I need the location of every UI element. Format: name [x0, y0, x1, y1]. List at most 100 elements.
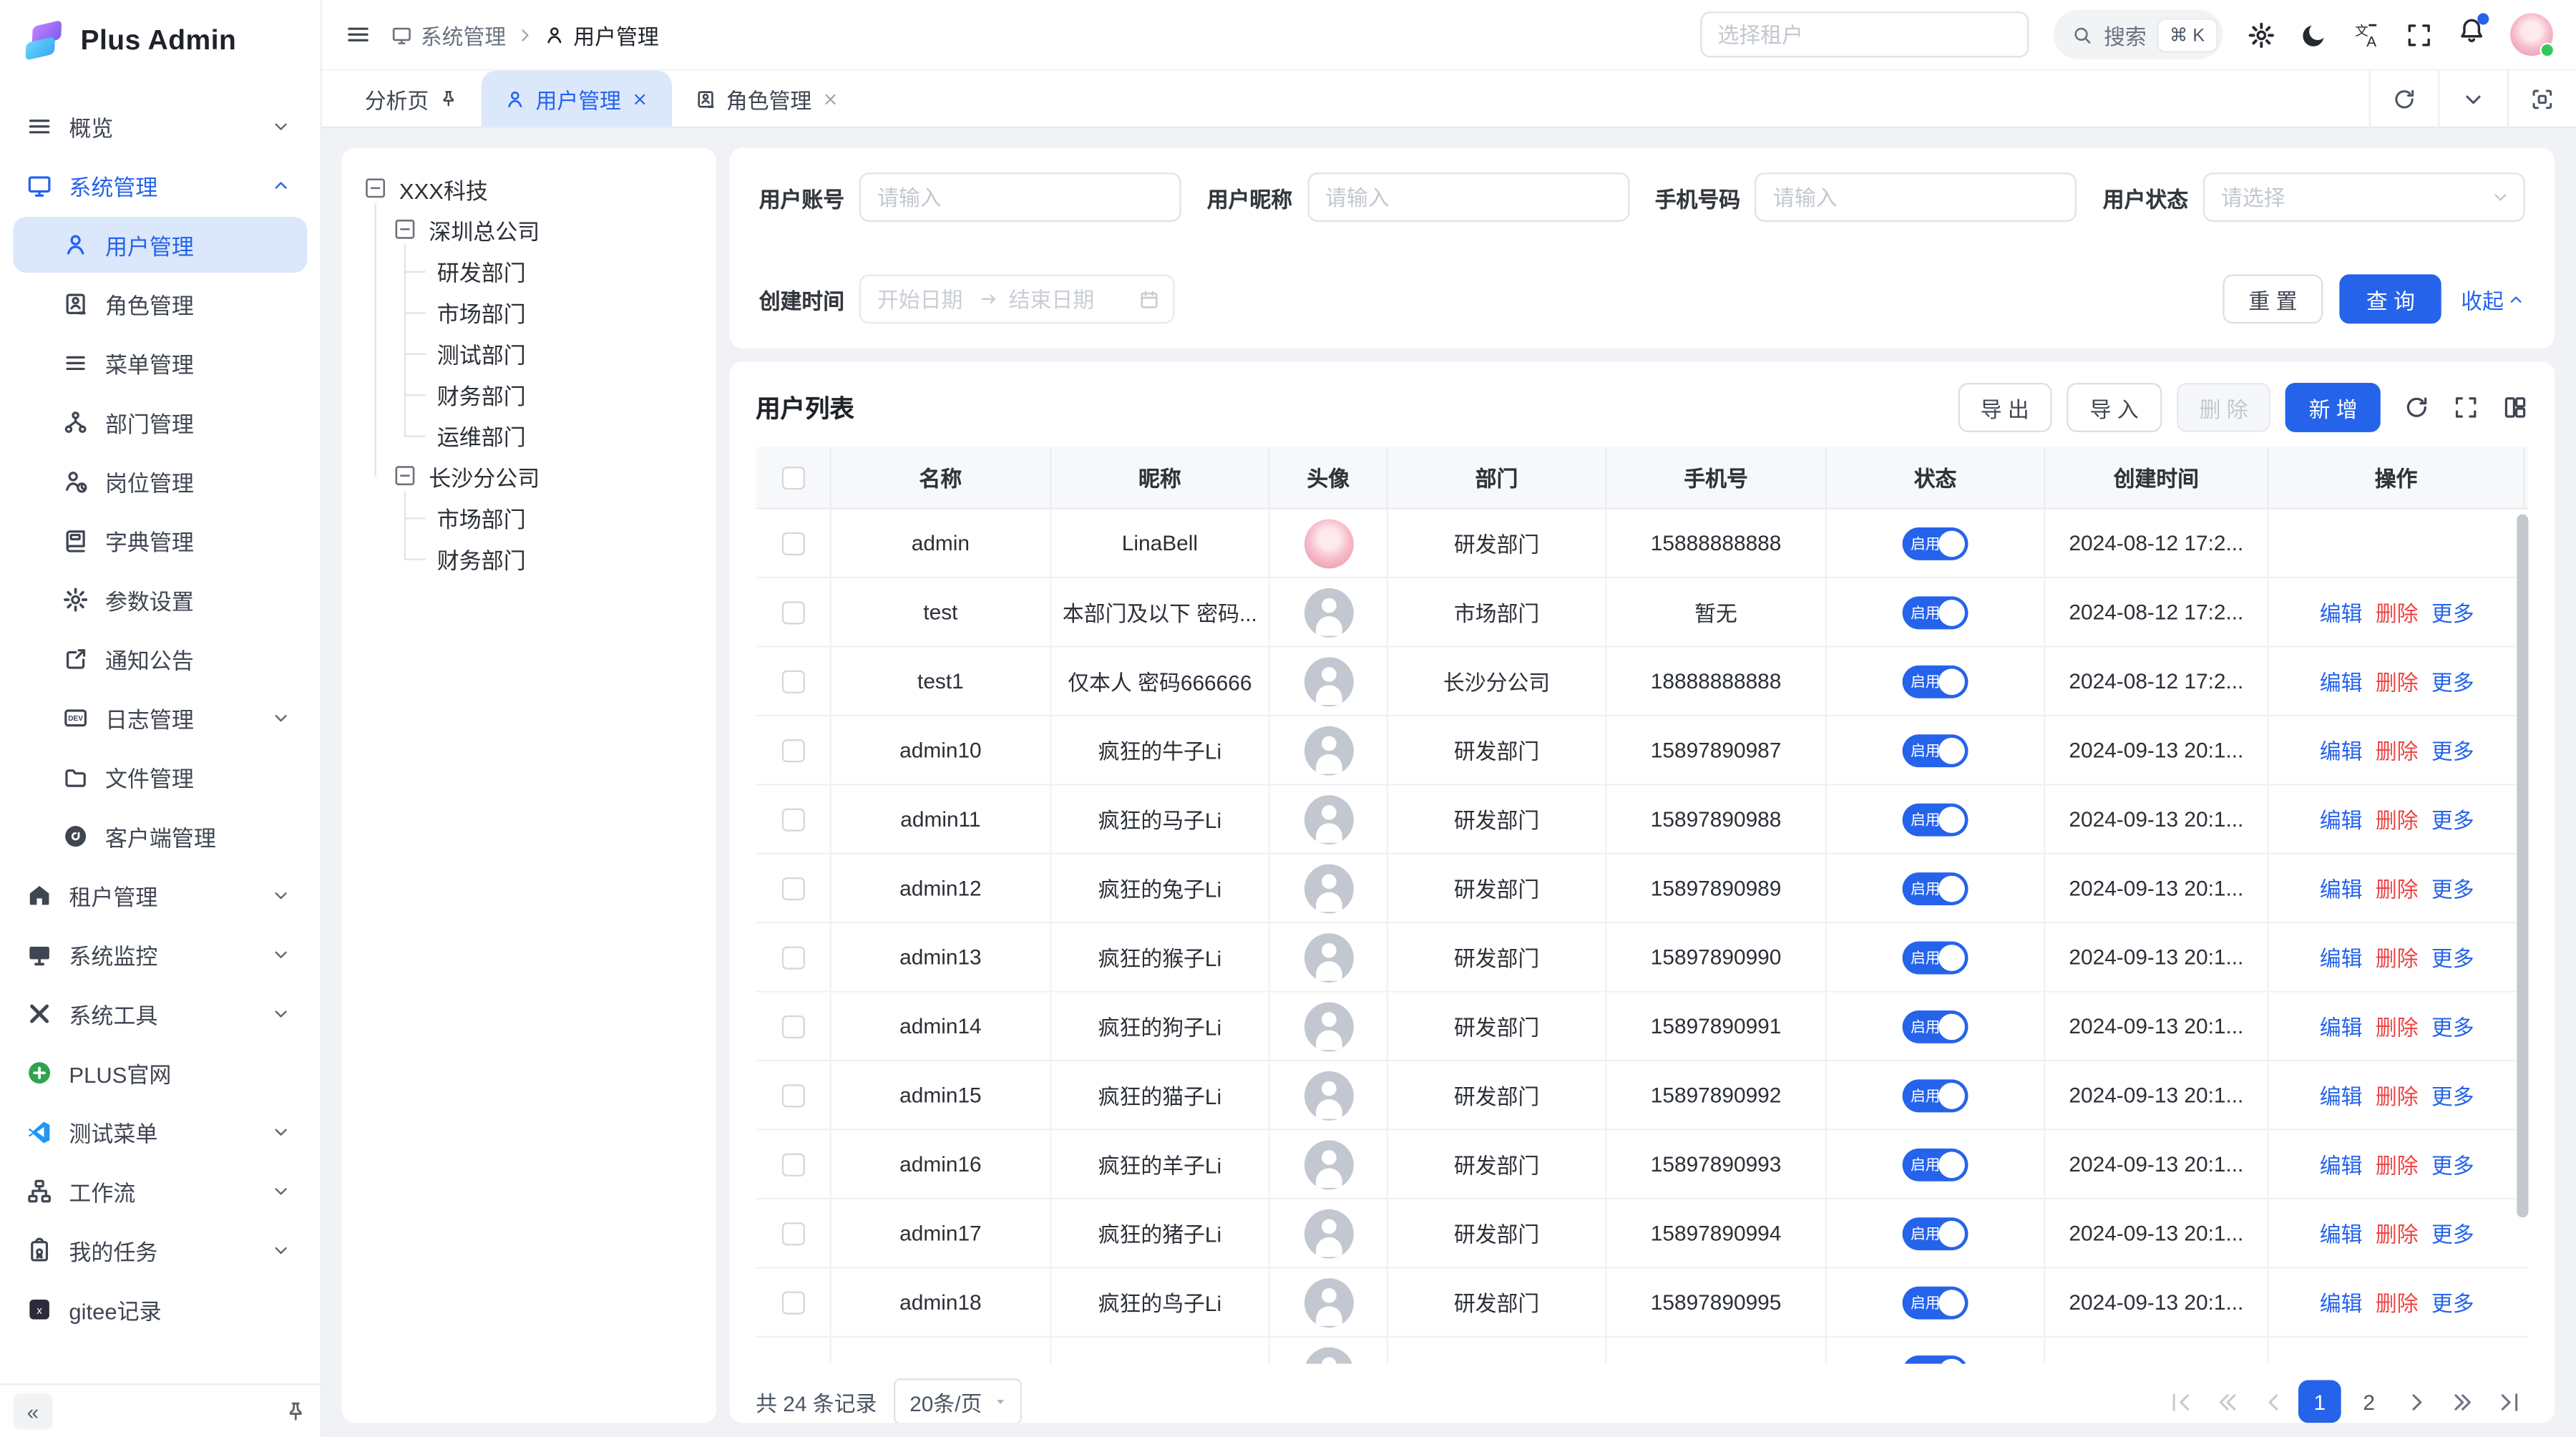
- tree-node-财务部门[interactable]: 财务部门: [358, 537, 701, 578]
- delete-link[interactable]: 删除: [2376, 1287, 2419, 1318]
- sidebar-item-菜单管理[interactable]: 菜单管理: [13, 335, 307, 391]
- sidebar-item-系统工具[interactable]: 系统工具: [13, 986, 307, 1042]
- last-page-button[interactable]: [2489, 1380, 2528, 1423]
- global-search[interactable]: 搜索 ⌘ K: [2053, 10, 2223, 59]
- tab-分析页[interactable]: 分析页: [342, 71, 482, 127]
- sidebar-item-通知公告[interactable]: 通知公告: [13, 631, 307, 687]
- delete-link[interactable]: 删除: [2376, 1217, 2419, 1249]
- status-toggle[interactable]: 启用: [1903, 872, 1968, 905]
- edit-link[interactable]: 编辑: [2320, 942, 2363, 973]
- more-link[interactable]: 更多: [2431, 666, 2474, 697]
- edit-link[interactable]: 编辑: [2320, 666, 2363, 697]
- edit-link[interactable]: 编辑: [2320, 596, 2363, 628]
- select-all-checkbox[interactable]: [781, 466, 804, 489]
- edit-link[interactable]: 编辑: [2320, 1079, 2363, 1111]
- expand-table-icon[interactable]: [2453, 394, 2479, 421]
- close-icon[interactable]: [631, 89, 649, 107]
- sidebar-item-系统监控[interactable]: 系统监控: [13, 927, 307, 983]
- row-checkbox[interactable]: [781, 739, 804, 761]
- edit-link[interactable]: 编辑: [2320, 1010, 2363, 1042]
- tree-node-测试部门[interactable]: 测试部门: [358, 332, 701, 373]
- more-link[interactable]: 更多: [2431, 1217, 2474, 1249]
- filter-input[interactable]: [859, 172, 1181, 222]
- breadcrumb-item[interactable]: 系统管理: [391, 19, 506, 50]
- collapse-filter-link[interactable]: 收起: [2461, 283, 2525, 315]
- tree-node-市场部门[interactable]: 市场部门: [358, 291, 701, 331]
- start-date-input[interactable]: [874, 285, 972, 313]
- status-toggle[interactable]: 启用: [1903, 1148, 1968, 1181]
- row-checkbox[interactable]: [781, 807, 804, 830]
- sidebar-item-测试菜单[interactable]: 测试菜单: [13, 1104, 307, 1160]
- reset-button[interactable]: 重 置: [2223, 274, 2323, 323]
- import-button[interactable]: 导 入: [2067, 383, 2162, 432]
- end-date-input[interactable]: [1005, 285, 1104, 313]
- more-link[interactable]: 更多: [2431, 804, 2474, 835]
- content-fullscreen-button[interactable]: [2507, 71, 2576, 127]
- tab-用户管理[interactable]: 用户管理: [482, 71, 672, 127]
- sidebar-item-角色管理[interactable]: 角色管理: [13, 276, 307, 332]
- hamburger-icon[interactable]: [345, 21, 371, 48]
- tree-node-深圳总公司[interactable]: 深圳总公司: [358, 209, 701, 250]
- row-checkbox[interactable]: [781, 1083, 804, 1106]
- tenant-select-input[interactable]: [1699, 11, 2028, 57]
- add-button[interactable]: 新 增: [2285, 383, 2380, 432]
- tree-node-研发部门[interactable]: 研发部门: [358, 250, 701, 291]
- edit-link[interactable]: 编辑: [2320, 872, 2363, 904]
- prev-page-button[interactable]: [2253, 1380, 2292, 1423]
- moon-icon[interactable]: [2300, 21, 2328, 49]
- sidebar-item-我的任务[interactable]: 我的任务: [13, 1222, 307, 1278]
- tab-角色管理[interactable]: 角色管理: [672, 71, 862, 127]
- row-checkbox[interactable]: [781, 670, 804, 693]
- user-avatar[interactable]: [2510, 13, 2553, 56]
- more-link[interactable]: 更多: [2431, 1010, 2474, 1042]
- pin-icon[interactable]: [284, 1400, 307, 1423]
- delete-button[interactable]: 删 除: [2176, 383, 2270, 432]
- breadcrumb-item-current[interactable]: 用户管理: [544, 19, 659, 50]
- delete-link[interactable]: 删除: [2376, 596, 2419, 628]
- next-page-button[interactable]: [2397, 1380, 2436, 1423]
- edit-link[interactable]: 编辑: [2320, 1149, 2363, 1180]
- first-page-button[interactable]: [2160, 1380, 2200, 1423]
- notifications-button[interactable]: [2458, 16, 2486, 53]
- page-button-2[interactable]: 2: [2348, 1380, 2391, 1423]
- delete-link[interactable]: 删除: [2376, 734, 2419, 766]
- tree-node-财务部门[interactable]: 财务部门: [358, 373, 701, 414]
- more-link[interactable]: 更多: [2431, 1079, 2474, 1111]
- row-checkbox[interactable]: [781, 1222, 804, 1244]
- refresh-list-icon[interactable]: [2404, 394, 2430, 421]
- sidebar-item-租户管理[interactable]: 租户管理: [13, 867, 307, 923]
- sidebar-item-参数设置[interactable]: 参数设置: [13, 572, 307, 628]
- status-toggle[interactable]: 启用: [1903, 527, 1968, 560]
- filter-input[interactable]: [1307, 172, 1629, 222]
- edit-link[interactable]: 编辑: [2320, 1287, 2363, 1318]
- row-checkbox[interactable]: [781, 877, 804, 900]
- sidebar-item-用户管理[interactable]: 用户管理: [13, 217, 307, 273]
- row-checkbox[interactable]: [781, 532, 804, 555]
- status-toggle[interactable]: 启用: [1903, 940, 1968, 973]
- row-checkbox[interactable]: [781, 600, 804, 623]
- sidebar-item-字典管理[interactable]: 字典管理: [13, 512, 307, 568]
- page-button-1[interactable]: 1: [2298, 1380, 2341, 1423]
- tab-menu-button[interactable]: [2438, 71, 2507, 127]
- row-checkbox[interactable]: [781, 1153, 804, 1176]
- fullscreen-icon[interactable]: [2405, 21, 2433, 49]
- status-toggle[interactable]: 启用: [1903, 1078, 1968, 1111]
- edit-link[interactable]: 编辑: [2320, 1217, 2363, 1249]
- delete-link[interactable]: 删除: [2376, 804, 2419, 835]
- status-toggle[interactable]: 启用: [1903, 1355, 1968, 1364]
- more-link[interactable]: 更多: [2431, 1287, 2474, 1318]
- close-icon[interactable]: [821, 89, 839, 107]
- delete-link[interactable]: 删除: [2376, 1079, 2419, 1111]
- delete-link[interactable]: 删除: [2376, 1149, 2419, 1180]
- sidebar-item-gitee记录[interactable]: xgitee记录: [13, 1282, 307, 1338]
- row-checkbox[interactable]: [781, 945, 804, 968]
- more-link[interactable]: 更多: [2431, 596, 2474, 628]
- status-toggle[interactable]: 启用: [1903, 595, 1968, 628]
- jump-forward-button[interactable]: [2443, 1380, 2482, 1423]
- filter-select[interactable]: [2203, 172, 2525, 222]
- filter-input[interactable]: [1755, 172, 2077, 222]
- gear-icon[interactable]: [2248, 21, 2275, 49]
- date-range-input[interactable]: [859, 274, 1175, 323]
- row-checkbox[interactable]: [781, 1290, 804, 1313]
- tree-node-运维部门[interactable]: 运维部门: [358, 414, 701, 455]
